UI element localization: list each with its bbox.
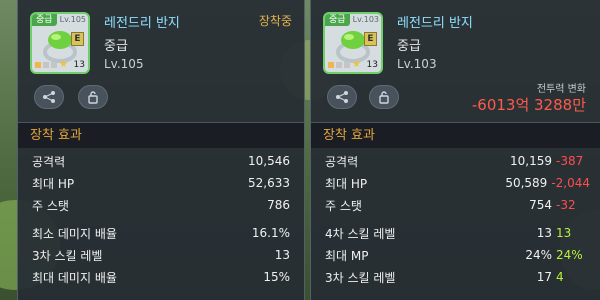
potential-square-icon xyxy=(344,62,350,68)
stat-label: 최대 MP xyxy=(325,248,369,263)
stat-label: 3차 스킬 레벨 xyxy=(325,270,396,285)
unlock-icon xyxy=(88,91,98,104)
stat-value: 15% xyxy=(263,270,290,284)
stat-row: 최소 데미지 배율 16.1% xyxy=(18,222,304,244)
equipped-status: 장착중 xyxy=(258,14,292,28)
section-title: 장착 효과 xyxy=(311,122,600,148)
stat-value: 13 xyxy=(536,226,552,240)
stat-label: 4차 스킬 레벨 xyxy=(325,226,396,241)
icon-footer: ★ 13 xyxy=(35,60,85,70)
star-icon: ★ xyxy=(59,59,68,70)
stat-row: 최대 HP 52,633 xyxy=(18,172,304,194)
stat-diff: 4 xyxy=(556,270,564,284)
stat-value: 10,546 xyxy=(248,154,290,168)
level-tag: Lv.105 xyxy=(59,15,86,24)
item-level: Lv.103 xyxy=(397,57,437,71)
stat-label: 공격력 xyxy=(325,154,359,169)
potential-square-icon xyxy=(328,62,334,68)
item-name: 레전드리 반지 xyxy=(104,16,180,31)
lock-button[interactable] xyxy=(78,85,108,109)
stat-label: 최소 데미지 배율 xyxy=(32,226,117,241)
combat-power-change: -6013억 3288만 xyxy=(471,96,586,114)
stat-label: 주 스탯 xyxy=(325,198,362,213)
stat-value: 786 xyxy=(267,198,290,212)
stat-value: 754 xyxy=(529,198,552,212)
item-level: Lv.105 xyxy=(104,57,144,71)
stat-value: 10,159 xyxy=(510,154,552,168)
potential-square-icon xyxy=(336,62,342,68)
stat-diff: 24% xyxy=(556,248,583,262)
compare-item-tooltip: 중급 Lv.103 E ★ 13 레전드리 반지 중급 Lv.103 전투력 변… xyxy=(310,0,600,300)
level-tag: Lv.103 xyxy=(352,15,379,24)
item-grade: 중급 xyxy=(397,39,421,54)
stat-list: 공격력 10,159 -387 최대 HP 50,589 -2,044 주 스탯… xyxy=(311,150,600,288)
stat-row: 공격력 10,546 xyxy=(18,150,304,172)
stat-row: 3차 스킬 레벨 17 4 xyxy=(311,266,600,288)
combat-power-label: 전투력 변화 xyxy=(536,84,586,95)
equip-badge: E xyxy=(71,32,84,46)
stat-label: 최대 HP xyxy=(325,176,368,191)
icon-footer: ★ 13 xyxy=(328,60,378,70)
stat-label: 최대 데미지 배율 xyxy=(32,270,117,285)
stat-value: 13 xyxy=(274,248,290,262)
potential-square-icon xyxy=(35,62,41,68)
lock-button[interactable] xyxy=(369,85,399,109)
item-name: 레전드리 반지 xyxy=(397,16,473,31)
item-icon: 중급 Lv.105 E ★ 13 xyxy=(30,12,90,74)
stat-diff: -32 xyxy=(556,198,576,212)
stat-label: 3차 스킬 레벨 xyxy=(32,248,103,263)
stat-row: 공격력 10,159 -387 xyxy=(311,150,600,172)
grade-tag: 중급 xyxy=(32,14,57,26)
share-button[interactable] xyxy=(327,85,357,109)
unlock-icon xyxy=(379,91,389,104)
stat-row: 3차 스킬 레벨 13 xyxy=(18,244,304,266)
stat-diff: -387 xyxy=(556,154,584,168)
stat-row: 4차 스킬 레벨 13 13 xyxy=(311,222,600,244)
star-count: 13 xyxy=(73,60,85,70)
item-icon: 중급 Lv.103 E ★ 13 xyxy=(323,12,383,74)
stat-list: 공격력 10,546 최대 HP 52,633 주 스탯 786 최소 데미지 … xyxy=(18,150,304,288)
star-count: 13 xyxy=(366,60,378,70)
stat-row: 최대 데미지 배율 15% xyxy=(18,266,304,288)
stat-value: 17 xyxy=(536,270,552,284)
stat-value: 50,589 xyxy=(505,176,548,190)
stat-row: 주 스탯 754 -32 xyxy=(311,194,600,216)
share-button[interactable] xyxy=(34,85,64,109)
item-grade: 중급 xyxy=(104,39,128,54)
share-icon xyxy=(336,91,348,103)
stat-diff: -2,044 xyxy=(551,176,590,190)
stat-label: 공격력 xyxy=(32,154,66,169)
grade-tag: 중급 xyxy=(325,14,350,26)
stat-label: 최대 HP xyxy=(32,176,75,191)
item-header: 중급 Lv.105 E ★ 13 레전드리 반지 중급 Lv.105 장착중 xyxy=(18,0,304,115)
potential-square-icon xyxy=(51,62,57,68)
stat-label: 주 스탯 xyxy=(32,198,69,213)
share-icon xyxy=(43,91,55,103)
stat-row: 주 스탯 786 xyxy=(18,194,304,216)
stat-value: 16.1% xyxy=(251,226,290,240)
stat-value: 24% xyxy=(525,248,552,262)
stat-row: 최대 MP 24% 24% xyxy=(311,244,600,266)
equip-badge: E xyxy=(364,32,377,46)
stat-row: 최대 HP 50,589 -2,044 xyxy=(311,172,600,194)
section-title: 장착 효과 xyxy=(18,122,304,148)
stat-value: 52,633 xyxy=(248,176,290,190)
stat-diff: 13 xyxy=(556,226,572,240)
star-icon: ★ xyxy=(352,59,361,70)
item-header: 중급 Lv.103 E ★ 13 레전드리 반지 중급 Lv.103 전투력 변… xyxy=(311,0,600,115)
equipped-item-tooltip: 중급 Lv.105 E ★ 13 레전드리 반지 중급 Lv.105 장착중 장… xyxy=(17,0,305,300)
potential-square-icon xyxy=(43,62,49,68)
